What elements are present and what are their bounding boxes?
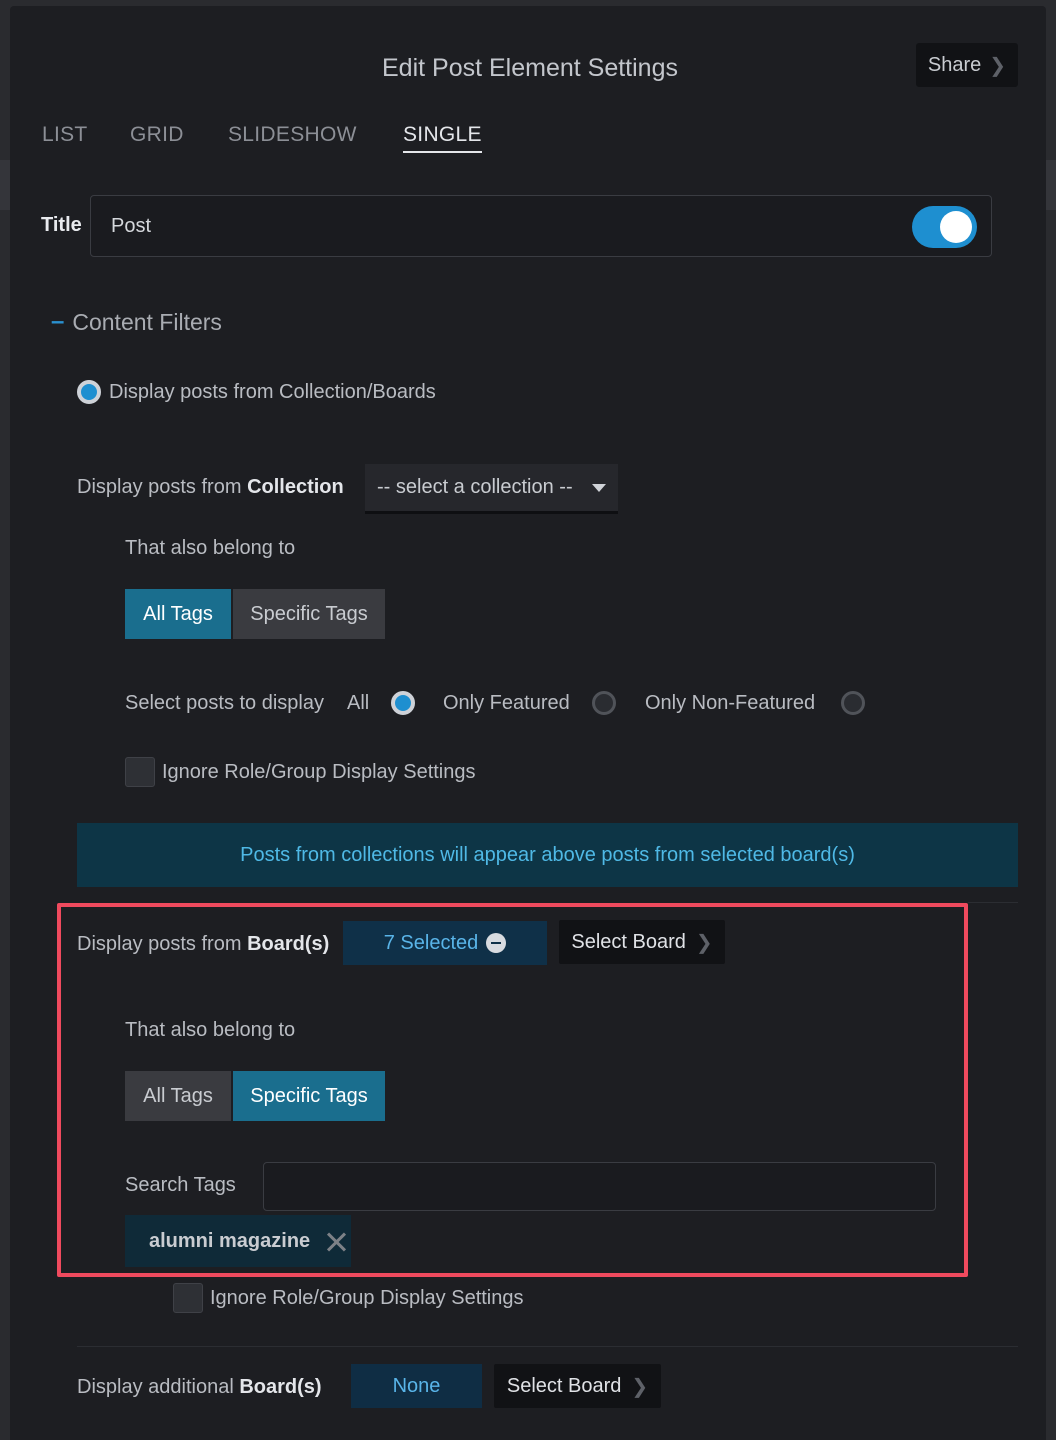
collection-select[interactable]: -- select a collection --	[365, 464, 618, 514]
option-featured-label: Only Featured	[443, 692, 570, 714]
collapse-minus-icon: –	[51, 308, 65, 335]
collection-select-value: -- select a collection --	[377, 476, 573, 498]
additional-label-bold: Board(s)	[239, 1376, 322, 1398]
collection-label-prefix: Display posts from	[77, 476, 248, 498]
source-option-label: Display posts from Collection/Boards	[109, 380, 436, 403]
toggle-knob	[940, 211, 972, 243]
additional-boards-label: Display additional Board(s)	[77, 1376, 322, 1399]
content-filters-heading[interactable]: – Content Filters	[51, 308, 222, 336]
collection-all-tags-button[interactable]: All Tags	[125, 589, 231, 639]
divider-bottom	[77, 1346, 1018, 1347]
share-label: Share	[927, 53, 982, 76]
chevron-right-icon: ❯	[989, 54, 1007, 77]
source-radio[interactable]	[77, 380, 101, 404]
option-nonfeatured-label: Only Non-Featured	[645, 692, 816, 714]
highlight-box	[57, 903, 968, 1277]
title-visibility-toggle[interactable]	[912, 206, 977, 248]
chevron-right-icon: ❯	[631, 1375, 649, 1398]
modal-title: Edit Post Element Settings	[382, 54, 678, 82]
collection-ignore-checkbox[interactable]	[125, 757, 155, 787]
option-nonfeatured-radio[interactable]	[841, 691, 865, 715]
collection-label-bold: Collection	[247, 476, 344, 498]
source-option-row[interactable]: Display posts from Collection/Boards	[77, 380, 436, 404]
additional-select-board-label: Select Board	[506, 1374, 622, 1397]
content-filters-title: Content Filters	[72, 308, 222, 335]
tab-list[interactable]: LIST	[42, 123, 88, 147]
boards-ignore-label: Ignore Role/Group Display Settings	[210, 1287, 524, 1309]
option-all-radio[interactable]	[391, 691, 415, 715]
share-button[interactable]: Share ❯	[916, 43, 1018, 87]
collection-specific-tags-button[interactable]: Specific Tags	[233, 589, 385, 639]
collection-tags-segmented: All Tags Specific Tags	[125, 589, 385, 639]
settings-modal: Edit Post Element Settings Share ❯ LIST …	[10, 6, 1046, 1440]
background-strip-left	[0, 160, 10, 210]
additional-select-board-button[interactable]: Select Board ❯	[494, 1364, 661, 1408]
select-posts-label: Select posts to display	[125, 692, 324, 714]
additional-none-button[interactable]: None	[351, 1364, 482, 1408]
background-strip-right	[1046, 160, 1056, 210]
collection-label: Display posts from Collection	[77, 476, 344, 499]
boards-ignore-checkbox[interactable]	[173, 1283, 203, 1313]
info-banner: Posts from collections will appear above…	[77, 823, 1018, 887]
tab-single[interactable]: SINGLE	[403, 123, 482, 153]
option-all-label: All	[347, 692, 370, 714]
additional-label-prefix: Display additional	[77, 1376, 240, 1398]
title-label: Title	[41, 214, 82, 236]
collection-ignore-label: Ignore Role/Group Display Settings	[162, 761, 476, 783]
title-input[interactable]: Post	[90, 195, 992, 257]
caret-down-icon	[592, 483, 606, 492]
tab-slideshow[interactable]: SLIDESHOW	[228, 123, 357, 147]
collection-also-belong: That also belong to	[125, 537, 296, 559]
divider-right	[968, 902, 1018, 903]
title-input-value: Post	[111, 214, 152, 237]
option-featured-radio[interactable]	[592, 691, 616, 715]
tab-grid[interactable]: GRID	[130, 123, 184, 147]
